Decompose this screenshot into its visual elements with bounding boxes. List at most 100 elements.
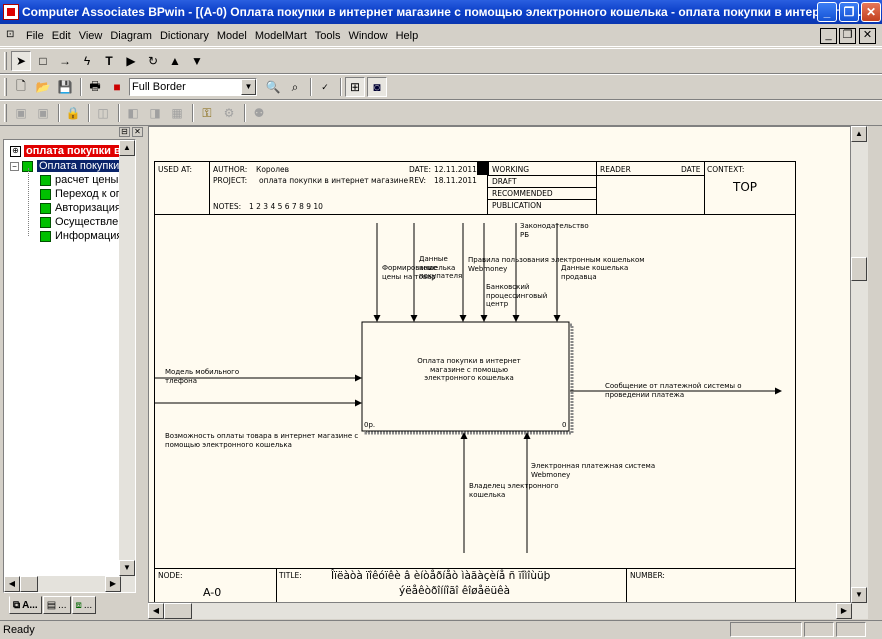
menu-edit[interactable]: Edit xyxy=(48,30,75,42)
scroll-thumb[interactable] xyxy=(851,257,867,281)
scroll-left-icon[interactable]: ◀ xyxy=(148,603,164,619)
explorer-pin-icon[interactable]: ⊟ xyxy=(119,127,130,137)
chevron-down-icon[interactable]: ▼ xyxy=(241,79,256,95)
spell-check-icon[interactable]: ✓ xyxy=(315,77,335,97)
model-explorer-tree[interactable]: ⊕ оплата покупки в − Оплата покупки расч… xyxy=(3,139,136,593)
print-icon[interactable]: 🖶 xyxy=(85,77,105,97)
scroll-down-icon[interactable]: ▼ xyxy=(119,560,135,576)
activities-tab-icon: ⧉ xyxy=(13,599,21,611)
connect-icon[interactable]: ▣ xyxy=(11,103,31,123)
window-title: Computer Associates BPwin - [(A-0) Оплат… xyxy=(22,5,868,19)
tree-root[interactable]: ⊕ оплата покупки в xyxy=(10,144,123,158)
box-tool-icon[interactable]: □ xyxy=(33,51,53,71)
options-icon[interactable]: ⚙ xyxy=(219,103,239,123)
control-label: Данные кошелька продавца xyxy=(561,264,629,281)
merge-icon[interactable]: ▦ xyxy=(167,103,187,123)
rotate-icon[interactable]: ↻ xyxy=(143,51,163,71)
tree-item[interactable]: Информация xyxy=(40,229,122,243)
tree-vertical-scrollbar[interactable]: ▲ ▼ xyxy=(119,140,135,592)
toolbar-separator xyxy=(340,78,342,96)
tree-item[interactable]: Авторизация xyxy=(40,201,121,215)
tree-horizontal-scrollbar[interactable]: ◀ ▶ xyxy=(4,576,121,592)
explorer-header: ⊟ ✕ xyxy=(3,127,145,138)
pointer-tool-icon[interactable]: ➤ xyxy=(11,51,31,71)
model-explorer-icon[interactable]: ⊞ xyxy=(345,77,365,97)
menu-dictionary[interactable]: Dictionary xyxy=(156,30,213,42)
tab-activities[interactable]: ⧉ A... xyxy=(9,596,42,614)
squiggle-tool-icon[interactable]: ϟ xyxy=(77,51,97,71)
control-label: Банковский процессинговый центр xyxy=(486,283,548,308)
toolbar-separator xyxy=(192,104,194,122)
status-pane xyxy=(730,622,802,637)
scroll-thumb[interactable] xyxy=(20,576,38,592)
navigator-icon[interactable]: ◙ xyxy=(367,77,387,97)
scroll-left-icon[interactable]: ◀ xyxy=(4,576,20,592)
mdi-restore-button[interactable]: ❐ xyxy=(839,28,856,44)
app-icon[interactable] xyxy=(3,4,19,20)
tab-objects[interactable]: ⧈... xyxy=(71,596,97,614)
users-icon[interactable]: ⚉ xyxy=(249,103,269,123)
mdi-close-button[interactable]: ✕ xyxy=(859,28,876,44)
toolbar-grip[interactable] xyxy=(4,104,7,122)
new-file-icon[interactable]: 🗋 xyxy=(11,77,31,97)
border-style-select[interactable]: Full Border ▼ xyxy=(129,78,257,96)
report-icon[interactable]: ⚿ xyxy=(197,103,217,123)
menu-tools[interactable]: Tools xyxy=(311,30,345,42)
tree-item-selected[interactable]: − Оплата покупки xyxy=(10,159,122,173)
mechanism-label: Электронная платежная система Webmoney xyxy=(531,462,656,479)
tree-item[interactable]: Осуществлен xyxy=(40,215,124,229)
output-label: Сообщение от платежной системы о проведе… xyxy=(605,382,742,399)
explorer-close-icon[interactable]: ✕ xyxy=(132,127,143,137)
zoom-fit-icon[interactable]: ⌕ xyxy=(285,77,305,97)
scroll-up-icon[interactable]: ▲ xyxy=(119,140,135,156)
disconnect-icon[interactable]: ▣ xyxy=(33,103,53,123)
menu-view[interactable]: View xyxy=(75,30,107,42)
toolbar-grip[interactable] xyxy=(4,78,7,96)
control-label: Законодательство РБ xyxy=(520,222,589,239)
check-in-icon[interactable]: ◧ xyxy=(123,103,143,123)
menu-diagram[interactable]: Diagram xyxy=(106,30,156,42)
menu-window[interactable]: Window xyxy=(344,30,391,42)
tree-item[interactable]: расчет цены т xyxy=(40,173,127,187)
open-folder-icon[interactable]: 📂 xyxy=(33,77,53,97)
save-icon[interactable]: 💾 xyxy=(55,77,75,97)
document-icon[interactable]: ⊡ xyxy=(6,29,20,43)
lock-icon[interactable]: 🔒 xyxy=(63,103,83,123)
minimize-button[interactable]: _ xyxy=(817,2,837,22)
scroll-down-icon[interactable]: ▼ xyxy=(851,587,867,603)
scroll-right-icon[interactable]: ▶ xyxy=(105,576,121,592)
canvas-vertical-scrollbar[interactable]: ▲ ▼ xyxy=(851,126,868,603)
tree-item[interactable]: Переход к оп xyxy=(40,187,122,201)
activity-icon xyxy=(40,230,51,242)
scroll-thumb[interactable] xyxy=(164,603,192,619)
library-icon[interactable]: ◫ xyxy=(93,103,113,123)
color-icon[interactable]: ■ xyxy=(107,77,127,97)
toolbar-separator xyxy=(118,104,120,122)
mdi-minimize-button[interactable]: _ xyxy=(820,28,837,44)
toolbar-grip[interactable] xyxy=(4,52,7,70)
close-button[interactable]: ✕ xyxy=(861,2,881,22)
scroll-up-icon[interactable]: ▲ xyxy=(851,126,867,142)
tab-diagrams[interactable]: ▤... xyxy=(42,596,71,614)
tree-item-label: расчет цены т xyxy=(55,174,127,186)
tools-toolbar: ➤ □ → ϟ T ▶ ↻ ▲ ▼ xyxy=(0,48,882,74)
menu-help[interactable]: Help xyxy=(392,30,423,42)
toolbar-separator xyxy=(80,78,82,96)
maximize-button[interactable]: ❐ xyxy=(839,2,859,22)
text-tool-icon[interactable]: T xyxy=(99,51,119,71)
menu-bar: ⊡ File Edit View Diagram Dictionary Mode… xyxy=(0,25,882,47)
scroll-right-icon[interactable]: ▶ xyxy=(836,603,852,619)
check-out-icon[interactable]: ◨ xyxy=(145,103,165,123)
menu-model[interactable]: Model xyxy=(213,30,251,42)
menu-file[interactable]: File xyxy=(22,30,48,42)
arrow-tool-icon[interactable]: → xyxy=(55,51,75,71)
go-down-icon[interactable]: ▼ xyxy=(187,51,207,71)
go-to-child-icon[interactable]: ▶ xyxy=(121,51,141,71)
zoom-icon[interactable]: 🔍 xyxy=(263,77,283,97)
collapse-icon[interactable]: − xyxy=(10,161,19,171)
activity-number: 0 xyxy=(562,421,567,429)
canvas-horizontal-scrollbar[interactable]: ◀ ▶ xyxy=(148,603,868,619)
diagram-canvas[interactable]: USED AT: AUTHOR: Королев PROJECT: оплата… xyxy=(148,126,851,603)
menu-modelmart[interactable]: ModelMart xyxy=(251,30,311,42)
go-to-parent-icon[interactable]: ▲ xyxy=(165,51,185,71)
